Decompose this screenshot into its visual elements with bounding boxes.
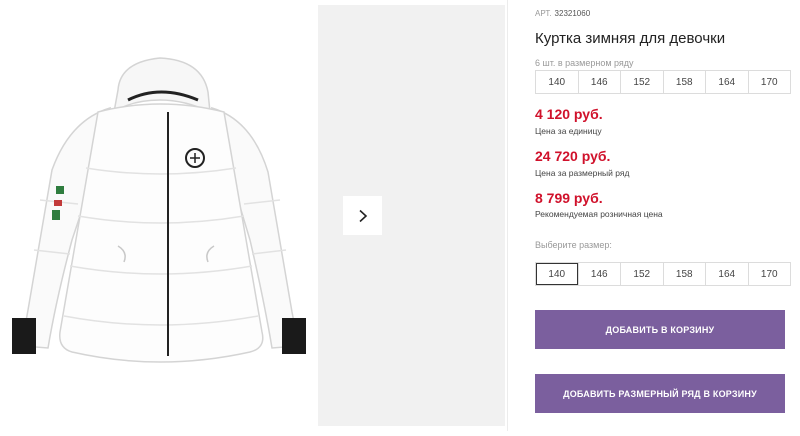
- chevron-right-icon: [358, 209, 367, 222]
- size-row-cell: 170: [747, 71, 791, 93]
- product-title: Куртка зимняя для девочки: [535, 30, 726, 47]
- unit-price: 4 120 руб.: [535, 106, 603, 122]
- size-row-table: 140 146 152 158 164 170: [535, 70, 791, 94]
- size-select-label: Выберите размер:: [535, 240, 612, 250]
- product-photo[interactable]: [0, 0, 318, 431]
- next-photo-button[interactable]: [343, 196, 382, 235]
- size-row-cell: 146: [577, 71, 621, 93]
- size-row-cell: 152: [620, 71, 663, 93]
- size-row-label: 6 шт. в размерном ряду: [535, 58, 634, 68]
- product-gallery: [0, 0, 505, 431]
- article-label: АРТ.: [535, 9, 552, 18]
- size-row-cell: 158: [662, 71, 706, 93]
- size-row-cell: 140: [548, 76, 566, 88]
- size-option-158[interactable]: 158: [662, 263, 706, 285]
- size-row-cell: 164: [705, 71, 748, 93]
- size-option-164[interactable]: 164: [705, 263, 748, 285]
- size-selector: 140 146 152 158 164 170: [535, 262, 791, 286]
- add-size-row-to-cart-button[interactable]: ДОБАВИТЬ РАЗМЕРНЫЙ РЯД В КОРЗИНУ: [535, 374, 785, 413]
- article-value: 32321060: [554, 9, 591, 18]
- retail-price-note: Рекомендуемая розничная цена: [535, 209, 663, 219]
- add-to-cart-button[interactable]: ДОБАВИТЬ В КОРЗИНУ: [535, 310, 785, 349]
- jacket-image: [12, 57, 306, 363]
- size-option-140[interactable]: 140: [536, 263, 578, 285]
- row-price-note: Цена за размерный ряд: [535, 168, 630, 178]
- size-option-146[interactable]: 146: [577, 263, 621, 285]
- row-price: 24 720 руб.: [535, 148, 611, 164]
- size-option-170[interactable]: 170: [747, 263, 791, 285]
- size-option-152[interactable]: 152: [620, 263, 663, 285]
- panel-divider: [507, 0, 508, 431]
- unit-price-note: Цена за единицу: [535, 126, 602, 136]
- article-number: АРТ. 32321060: [535, 9, 590, 18]
- retail-price: 8 799 руб.: [535, 190, 603, 206]
